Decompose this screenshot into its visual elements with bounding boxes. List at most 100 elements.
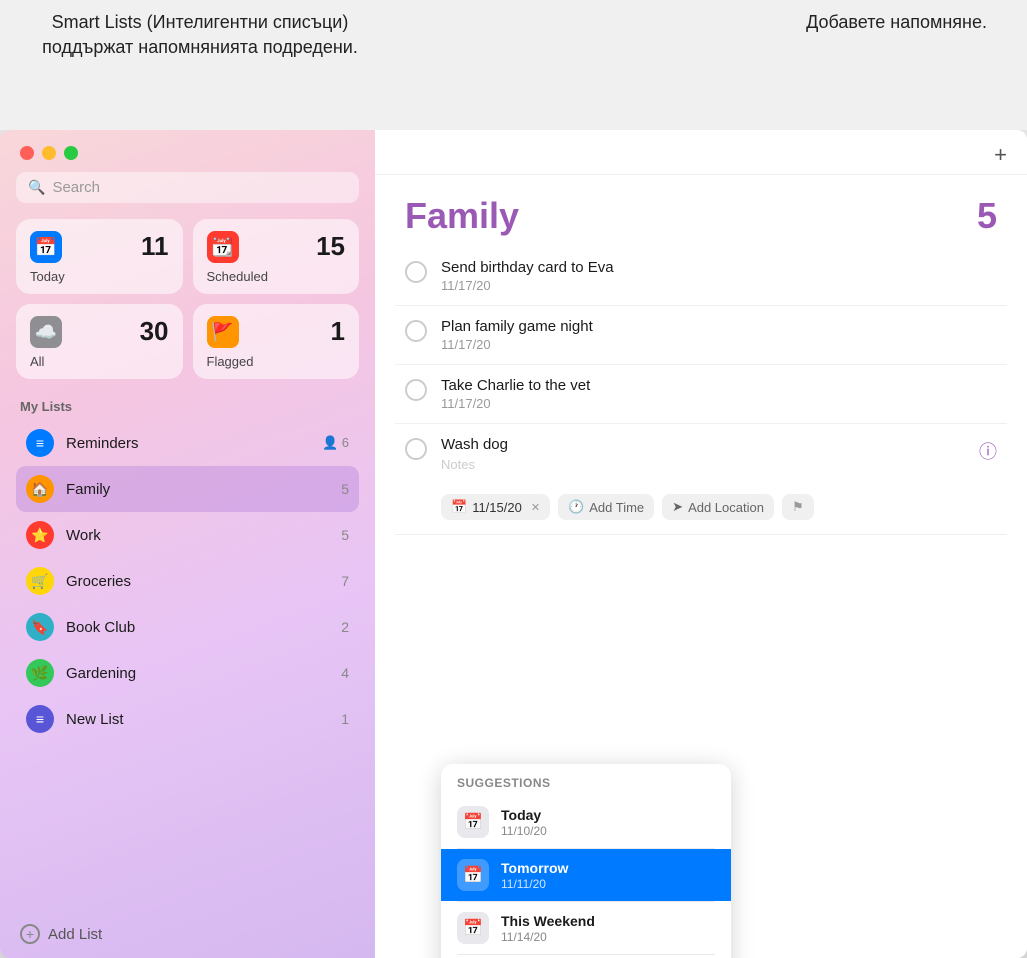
family-icon: 🏠	[26, 475, 54, 503]
suggestion-tomorrow-text: Tomorrow 11/11/20	[501, 860, 568, 891]
reminder-checkbox-1[interactable]	[405, 261, 427, 283]
scheduled-icon: 📆	[207, 231, 239, 263]
new-list-count: 1	[341, 711, 349, 727]
reminders-label: Reminders	[66, 435, 310, 452]
reminder-title-1: Send birthday card to Eva	[441, 259, 997, 276]
date-toolbar: 📅 11/15/20 ✕ 🕐 Add Time ➤ Add Location ⚑	[405, 494, 997, 520]
suggestion-weekend[interactable]: 📅 This Weekend 11/14/20	[441, 902, 731, 954]
sidebar-item-new-list[interactable]: ≡ New List 1	[16, 696, 359, 742]
annotation-left-text: Smart Lists (Интелигентни списъци) поддъ…	[20, 10, 380, 60]
add-reminder-button[interactable]: +	[994, 144, 1007, 166]
calendar-chip-icon: 📅	[451, 499, 467, 515]
annotation-area: Smart Lists (Интелигентни списъци) поддъ…	[0, 0, 1027, 130]
main-content: + Family 5 Send birthday card to Eva 11/…	[375, 130, 1027, 958]
date-chip-label: 11/15/20	[472, 500, 522, 515]
smart-card-flagged-top: 🚩 1	[207, 316, 346, 348]
my-lists-title: My Lists	[16, 399, 359, 414]
list-header: Family 5	[375, 175, 1027, 247]
my-lists-section: My Lists ≡ Reminders 👤 6 🏠 Family 5 ⭐ Wo…	[0, 399, 375, 910]
reminders-list: Send birthday card to Eva 11/17/20 Plan …	[375, 247, 1027, 958]
sidebar: 🔍 Search 📅 11 Today 📆 15 Scheduled	[0, 130, 375, 958]
search-input[interactable]: Search	[52, 179, 100, 196]
search-icon: 🔍	[28, 179, 45, 196]
flagged-count: 1	[331, 316, 345, 347]
scheduled-count: 15	[316, 231, 345, 262]
add-time-label: Add Time	[589, 500, 644, 515]
work-count: 5	[341, 527, 349, 543]
suggestion-tomorrow-label: Tomorrow	[501, 860, 568, 876]
gardening-count: 4	[341, 665, 349, 681]
close-button[interactable]	[20, 146, 34, 160]
reminder-date-3: 11/17/20	[441, 396, 997, 411]
groceries-label: Groceries	[66, 573, 329, 590]
search-bar[interactable]: 🔍 Search	[16, 172, 359, 203]
sidebar-item-family[interactable]: 🏠 Family 5	[16, 466, 359, 512]
add-location-chip[interactable]: ➤ Add Location	[662, 494, 774, 520]
sidebar-item-reminders[interactable]: ≡ Reminders 👤 6	[16, 420, 359, 466]
new-list-icon: ≡	[26, 705, 54, 733]
list-title: Family	[405, 195, 519, 237]
reminders-badge: 👤 6	[322, 435, 349, 451]
suggestion-weekend-icon: 📅	[457, 912, 489, 944]
clock-icon: 🕐	[568, 499, 584, 515]
reminder-title-3: Take Charlie to the vet	[441, 377, 997, 394]
smart-card-all-top: ☁️ 30	[30, 316, 169, 348]
smart-grid: 📅 11 Today 📆 15 Scheduled ☁️ 30 All	[0, 219, 375, 399]
smart-card-today-top: 📅 11	[30, 231, 169, 263]
date-chip[interactable]: 📅 11/15/20 ✕	[441, 494, 550, 520]
all-count: 30	[140, 316, 169, 347]
maximize-button[interactable]	[64, 146, 78, 160]
flagged-icon: 🚩	[207, 316, 239, 348]
add-list-plus-icon: +	[20, 924, 40, 944]
sidebar-item-groceries[interactable]: 🛒 Groceries 7	[16, 558, 359, 604]
sidebar-item-work[interactable]: ⭐ Work 5	[16, 512, 359, 558]
today-icon: 📅	[30, 231, 62, 263]
suggestion-today-icon: 📅	[457, 806, 489, 838]
gardening-icon: 🌿	[26, 659, 54, 687]
annotation-right-text: Добавете напомняне.	[806, 10, 987, 35]
smart-card-today[interactable]: 📅 11 Today	[16, 219, 183, 294]
suggestion-today-date: 11/10/20	[501, 824, 547, 838]
book-club-count: 2	[341, 619, 349, 635]
reminder-row-inner: Wash dog Notes ⓘ	[405, 436, 997, 472]
smart-card-all[interactable]: ☁️ 30 All	[16, 304, 183, 379]
flag-chip[interactable]: ⚑	[782, 494, 814, 520]
reminder-info-button-4[interactable]: ⓘ	[979, 438, 997, 464]
reminder-checkbox-3[interactable]	[405, 379, 427, 401]
app-window: 🔍 Search 📅 11 Today 📆 15 Scheduled	[0, 130, 1027, 958]
minimize-button[interactable]	[42, 146, 56, 160]
suggestion-tomorrow-date: 11/11/20	[501, 877, 568, 891]
reminder-title-2: Plan family game night	[441, 318, 997, 335]
add-list-button[interactable]: + Add List	[0, 910, 375, 958]
suggestion-today-label: Today	[501, 807, 547, 823]
today-count: 11	[141, 231, 169, 262]
suggestion-tomorrow[interactable]: 📅 Tomorrow 11/11/20	[441, 849, 731, 901]
reminder-date-1: 11/17/20	[441, 278, 997, 293]
suggestion-today[interactable]: 📅 Today 11/10/20	[441, 796, 731, 848]
work-label: Work	[66, 527, 329, 544]
all-label: All	[30, 354, 169, 369]
traffic-lights	[0, 130, 375, 172]
scheduled-label: Scheduled	[207, 269, 346, 284]
reminder-content-4: Wash dog Notes	[441, 436, 965, 472]
flagged-label: Flagged	[207, 354, 346, 369]
reminder-checkbox-2[interactable]	[405, 320, 427, 342]
notes-field-4[interactable]: Notes	[441, 457, 965, 472]
add-time-chip[interactable]: 🕐 Add Time	[558, 494, 654, 520]
all-icon: ☁️	[30, 316, 62, 348]
groceries-count: 7	[341, 573, 349, 589]
new-list-label: New List	[66, 711, 329, 728]
sidebar-item-book-club[interactable]: 🔖 Book Club 2	[16, 604, 359, 650]
list-total-count: 5	[977, 195, 997, 237]
reminder-row: Take Charlie to the vet 11/17/20	[395, 365, 1007, 424]
smart-card-scheduled-top: 📆 15	[207, 231, 346, 263]
main-topbar: +	[375, 130, 1027, 175]
smart-card-scheduled[interactable]: 📆 15 Scheduled	[193, 219, 360, 294]
family-label: Family	[66, 481, 329, 498]
smart-card-flagged[interactable]: 🚩 1 Flagged	[193, 304, 360, 379]
location-icon: ➤	[672, 499, 683, 515]
book-club-icon: 🔖	[26, 613, 54, 641]
reminder-checkbox-4[interactable]	[405, 438, 427, 460]
date-chip-close[interactable]: ✕	[531, 501, 540, 514]
sidebar-item-gardening[interactable]: 🌿 Gardening 4	[16, 650, 359, 696]
